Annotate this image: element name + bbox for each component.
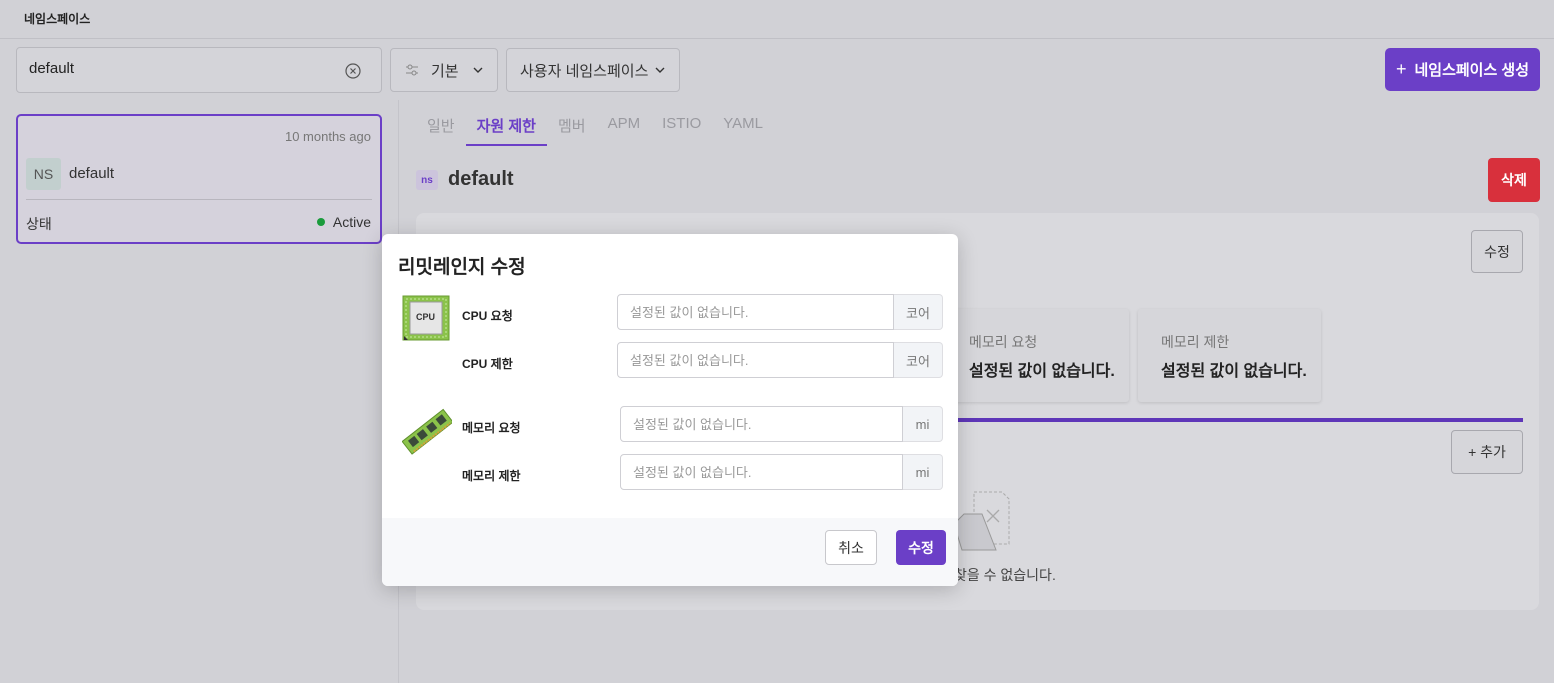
cpu-request-unit: 코어 bbox=[894, 294, 943, 330]
namespace-type-dropdown[interactable]: 사용자 네임스페이스 bbox=[506, 48, 680, 92]
card-time: 10 months ago bbox=[284, 129, 371, 144]
memory-request-label: 메모리 요청 bbox=[462, 421, 521, 435]
memory-request-input[interactable] bbox=[620, 406, 903, 442]
namespace-badge: ns bbox=[416, 170, 438, 190]
namespace-type-label: 사용자 네임스페이스 bbox=[520, 62, 649, 80]
edit-button[interactable]: 수정 bbox=[1471, 230, 1523, 273]
avatar: NS bbox=[26, 158, 61, 190]
memory-limit-input[interactable] bbox=[620, 454, 903, 490]
section-divider bbox=[946, 418, 1523, 422]
cpu-request-label: CPU 요청 bbox=[462, 309, 513, 323]
submit-button[interactable]: 수정 bbox=[896, 530, 946, 565]
memory-request-card-value: 설정된 값이 없습니다. bbox=[969, 363, 1115, 380]
delete-button[interactable]: 삭제 bbox=[1488, 158, 1540, 202]
memory-limit-label: 메모리 제한 bbox=[462, 469, 521, 483]
status-badge: Active bbox=[316, 214, 371, 230]
tab-apm[interactable]: APM bbox=[597, 100, 652, 146]
cpu-limit-unit: 코어 bbox=[894, 342, 943, 378]
plus-icon: + bbox=[1395, 59, 1407, 79]
clear-icon[interactable] bbox=[345, 63, 361, 79]
memory-limit-card-label: 메모리 제한 bbox=[1161, 334, 1230, 350]
tab-members[interactable]: 멤버 bbox=[547, 100, 597, 146]
cpu-icon-text: CPU bbox=[416, 312, 436, 322]
card-namespace-name: default bbox=[69, 165, 115, 182]
cpu-limit-input[interactable] bbox=[617, 342, 894, 378]
preset-dropdown[interactable]: 기본 bbox=[390, 48, 498, 92]
memory-limit-card: 메모리 제한 설정된 값이 없습니다. bbox=[1138, 309, 1321, 402]
app-title: 네임스페이스 bbox=[24, 12, 91, 26]
modal-footer: 취소 수정 bbox=[382, 518, 958, 586]
sliders-icon bbox=[406, 64, 418, 76]
namespace-list-panel: 10 months ago NS default 상태 Active bbox=[0, 100, 399, 683]
memory-request-card: 메모리 요청 설정된 값이 없습니다. bbox=[946, 309, 1129, 402]
chevron-down-icon bbox=[473, 67, 483, 73]
memory-request-unit: mi bbox=[903, 406, 943, 442]
add-button[interactable]: + 추가 bbox=[1451, 430, 1523, 474]
tab-yaml[interactable]: YAML bbox=[712, 100, 774, 146]
empty-folder-icon bbox=[953, 491, 1010, 551]
memory-module-icon bbox=[401, 406, 454, 459]
status-dot-icon bbox=[316, 218, 325, 226]
status-label: 상태 bbox=[26, 216, 52, 232]
create-namespace-label: 네임스페이스 생성 bbox=[1414, 62, 1530, 79]
empty-message: 찾을 수 없습니다. bbox=[954, 567, 1056, 583]
create-namespace-button[interactable]: + 네임스페이스 생성 bbox=[1385, 48, 1540, 91]
chevron-down-icon bbox=[655, 67, 665, 73]
cpu-chip-icon: CPU bbox=[402, 295, 450, 344]
preset-dropdown-label: 기본 bbox=[431, 62, 459, 80]
namespace-card[interactable]: 10 months ago NS default 상태 Active bbox=[16, 114, 382, 244]
top-bar: 네임스페이스 bbox=[0, 0, 1554, 39]
tab-general[interactable]: 일반 bbox=[416, 100, 466, 146]
memory-request-card-label: 메모리 요청 bbox=[969, 334, 1038, 350]
detail-tabs: 일반 자원 제한 멤버 APM ISTIO YAML bbox=[416, 100, 774, 146]
status-value: Active bbox=[332, 214, 371, 230]
search-input[interactable] bbox=[29, 60, 329, 77]
divider bbox=[26, 199, 372, 200]
cancel-button[interactable]: 취소 bbox=[825, 530, 877, 565]
page-title: default bbox=[448, 168, 514, 190]
cpu-limit-label: CPU 제한 bbox=[462, 357, 513, 371]
memory-limit-unit: mi bbox=[903, 454, 943, 490]
cpu-request-input[interactable] bbox=[617, 294, 894, 330]
tab-istio[interactable]: ISTIO bbox=[651, 100, 712, 146]
memory-limit-card-value: 설정된 값이 없습니다. bbox=[1161, 363, 1307, 380]
search-box[interactable] bbox=[16, 47, 382, 93]
limitrange-edit-modal: 리밋레인지 수정 CPU CPU 요청 코어 CPU 제한 코어 메모리 요청 … bbox=[382, 234, 958, 586]
tab-resource-limits[interactable]: 자원 제한 bbox=[465, 100, 547, 146]
modal-title: 리밋레인지 수정 bbox=[398, 257, 526, 278]
